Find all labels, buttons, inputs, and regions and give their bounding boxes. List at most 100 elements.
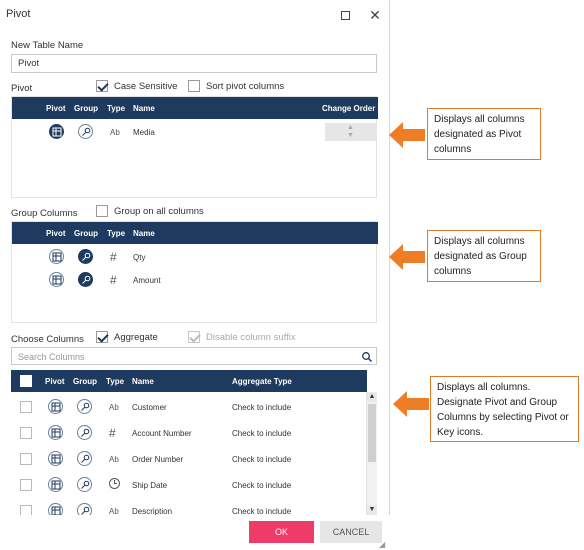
key-icon[interactable] (78, 272, 93, 287)
col-name: Name (132, 377, 154, 386)
pivot-icon[interactable] (49, 124, 64, 139)
pivot-grid-header: Pivot Group Type Name Change Order (12, 97, 378, 119)
col-type: Type (107, 229, 126, 238)
cancel-button[interactable]: CANCEL (320, 521, 382, 543)
pivot-icon[interactable] (48, 503, 63, 515)
select-all-checkbox[interactable] (20, 375, 32, 387)
type-text: Ab (109, 403, 119, 412)
aggregate-checkbox[interactable] (96, 331, 108, 343)
key-icon[interactable] (77, 425, 92, 440)
column-name: Order Number (132, 455, 184, 464)
scroll-down-icon[interactable]: ▼ (367, 505, 377, 515)
sort-pivot-checkbox[interactable] (188, 80, 200, 92)
table-row[interactable]: Ship Date Check to include (11, 474, 366, 496)
pivot-icon[interactable] (48, 451, 63, 466)
key-icon[interactable] (78, 124, 93, 139)
aggregate-type-cell[interactable]: Check to include (232, 507, 291, 515)
aggregate-label: Aggregate (114, 332, 158, 343)
pivot-icon[interactable] (48, 477, 63, 492)
case-sensitive-checkbox[interactable] (96, 80, 108, 92)
callout-pivot: Displays all columns designated as Pivot… (427, 108, 541, 160)
row-checkbox[interactable] (20, 479, 32, 491)
search-input[interactable]: Search Columns (18, 352, 85, 362)
col-group: Group (74, 104, 98, 113)
pivot-icon[interactable] (49, 272, 64, 287)
aggregate-type-cell[interactable]: Check to include (232, 455, 291, 464)
pivot-icon[interactable] (49, 249, 64, 264)
arrow-left-icon (389, 244, 425, 270)
group-all-label: Group on all columns (114, 206, 204, 217)
resize-grip-icon[interactable]: ◢ (379, 540, 385, 549)
column-name: Account Number (132, 429, 192, 438)
chevron-up-icon[interactable]: ▲ (347, 124, 354, 131)
column-name: Customer (132, 403, 167, 412)
key-icon[interactable] (77, 451, 92, 466)
col-aggregate-type: Aggregate Type (232, 377, 292, 386)
key-icon[interactable] (77, 503, 92, 515)
table-row[interactable]: Ab Customer Check to include (11, 396, 366, 418)
change-order-control[interactable]: ▲ ▼ (325, 123, 377, 141)
type-number: # (109, 426, 116, 440)
choose-grid: Pivot Group Type Name Aggregate Type Ab … (11, 370, 377, 515)
row-checkbox[interactable] (20, 453, 32, 465)
sort-pivot-label: Sort pivot columns (206, 81, 285, 92)
table-row[interactable]: Ab Media ▲ ▼ (12, 121, 378, 143)
key-icon[interactable] (77, 477, 92, 492)
type-text: Ab (109, 455, 119, 464)
table-row[interactable]: # Account Number Check to include (11, 422, 366, 444)
row-checkbox[interactable] (20, 505, 32, 515)
col-type: Type (106, 377, 125, 386)
aggregate-type-cell[interactable]: Check to include (232, 481, 291, 490)
type-text: Ab (109, 507, 119, 515)
scroll-up-icon[interactable]: ▲ (367, 392, 377, 402)
clock-icon (109, 478, 120, 489)
scroll-thumb[interactable] (368, 404, 376, 462)
arrow-left-icon (389, 122, 425, 148)
column-name: Ship Date (132, 481, 168, 490)
type-text: Ab (110, 128, 120, 137)
type-number: # (110, 273, 117, 287)
table-row[interactable]: # Qty (12, 246, 378, 268)
disable-suffix-checkbox[interactable] (188, 331, 200, 343)
new-table-name-label: New Table Name (11, 40, 84, 51)
col-name: Name (133, 229, 155, 238)
chevron-down-icon[interactable]: ▼ (347, 132, 354, 139)
dialog-footer: OK CANCEL (0, 515, 390, 550)
key-icon[interactable] (77, 399, 92, 414)
title-bar: Pivot ✕ (0, 0, 390, 30)
table-row[interactable]: # Amount (12, 269, 378, 291)
table-row[interactable]: Ab Order Number Check to include (11, 448, 366, 470)
col-group: Group (74, 229, 98, 238)
maximize-icon[interactable] (338, 7, 354, 23)
row-checkbox[interactable] (20, 427, 32, 439)
column-name: Description (132, 507, 173, 515)
col-type: Type (107, 104, 126, 113)
aggregate-type-cell[interactable]: Check to include (232, 403, 291, 412)
choose-grid-scrollbar[interactable]: ▲ ▼ (366, 392, 377, 515)
callout-group: Displays all columns designated as Group… (427, 230, 541, 282)
pivot-icon[interactable] (48, 425, 63, 440)
column-name: Media (133, 128, 155, 137)
pivot-icon[interactable] (48, 399, 63, 414)
group-all-checkbox[interactable] (96, 205, 108, 217)
col-pivot: Pivot (45, 377, 65, 386)
row-checkbox[interactable] (20, 401, 32, 413)
col-change-order: Change Order (322, 104, 376, 113)
group-grid: Pivot Group Type Name # Qty # Amount (11, 221, 378, 323)
choose-grid-header: Pivot Group Type Name Aggregate Type (11, 370, 367, 392)
callout-all-columns: Displays all columns. Designate Pivot an… (430, 376, 579, 442)
search-columns-field[interactable]: Search Columns (11, 347, 377, 365)
column-name: Qty (133, 253, 146, 262)
key-icon[interactable] (78, 249, 93, 264)
column-name: Amount (133, 276, 161, 285)
new-table-name-input[interactable]: Pivot (11, 54, 377, 73)
aggregate-type-cell[interactable]: Check to include (232, 429, 291, 438)
group-grid-header: Pivot Group Type Name (12, 222, 378, 244)
ok-button[interactable]: OK (249, 521, 314, 543)
close-icon[interactable]: ✕ (367, 7, 383, 23)
group-section-label: Group Columns (11, 208, 78, 219)
pivot-dialog: Pivot ✕ New Table Name Pivot Pivot Case … (0, 0, 390, 550)
search-icon[interactable] (361, 350, 373, 368)
pivot-grid: Pivot Group Type Name Change Order Ab Me… (11, 96, 378, 198)
table-row[interactable]: Ab Description Check to include (11, 500, 366, 515)
